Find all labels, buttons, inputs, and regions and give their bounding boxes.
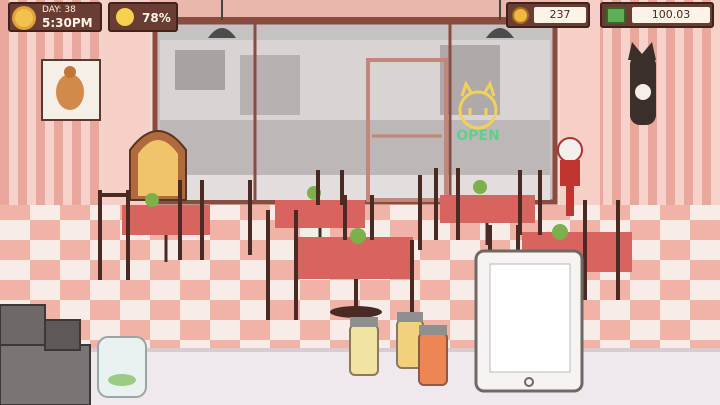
cat-clock bbox=[628, 42, 656, 125]
happiness-value: 78% bbox=[142, 11, 171, 25]
coin-icon bbox=[512, 7, 529, 24]
order-tablet[interactable] bbox=[474, 249, 584, 393]
sun-icon bbox=[15, 9, 33, 27]
coins-value: 237 bbox=[549, 8, 571, 21]
cash-value: 100.03 bbox=[651, 8, 691, 21]
day-time-panel: DAY: 38 5:30PM bbox=[8, 2, 102, 32]
open-sign: OPEN bbox=[456, 128, 499, 144]
diner-scene: OPEN bbox=[0, 0, 720, 405]
jukebox bbox=[129, 130, 187, 201]
day-label: DAY: 38 bbox=[42, 5, 76, 15]
cash-panel: 100.03 bbox=[600, 2, 714, 28]
happiness-panel: 78% bbox=[108, 2, 178, 32]
cash-register bbox=[0, 304, 91, 405]
condiment-jar-1 bbox=[349, 317, 379, 376]
tip-jar bbox=[97, 336, 147, 398]
cash-icon bbox=[606, 7, 626, 24]
smiley-icon bbox=[116, 8, 134, 26]
time-label: 5:30PM bbox=[42, 16, 93, 30]
coins-panel: 237 bbox=[506, 2, 590, 28]
condiment-jar-3 bbox=[418, 325, 448, 386]
bug-poster bbox=[41, 59, 101, 121]
